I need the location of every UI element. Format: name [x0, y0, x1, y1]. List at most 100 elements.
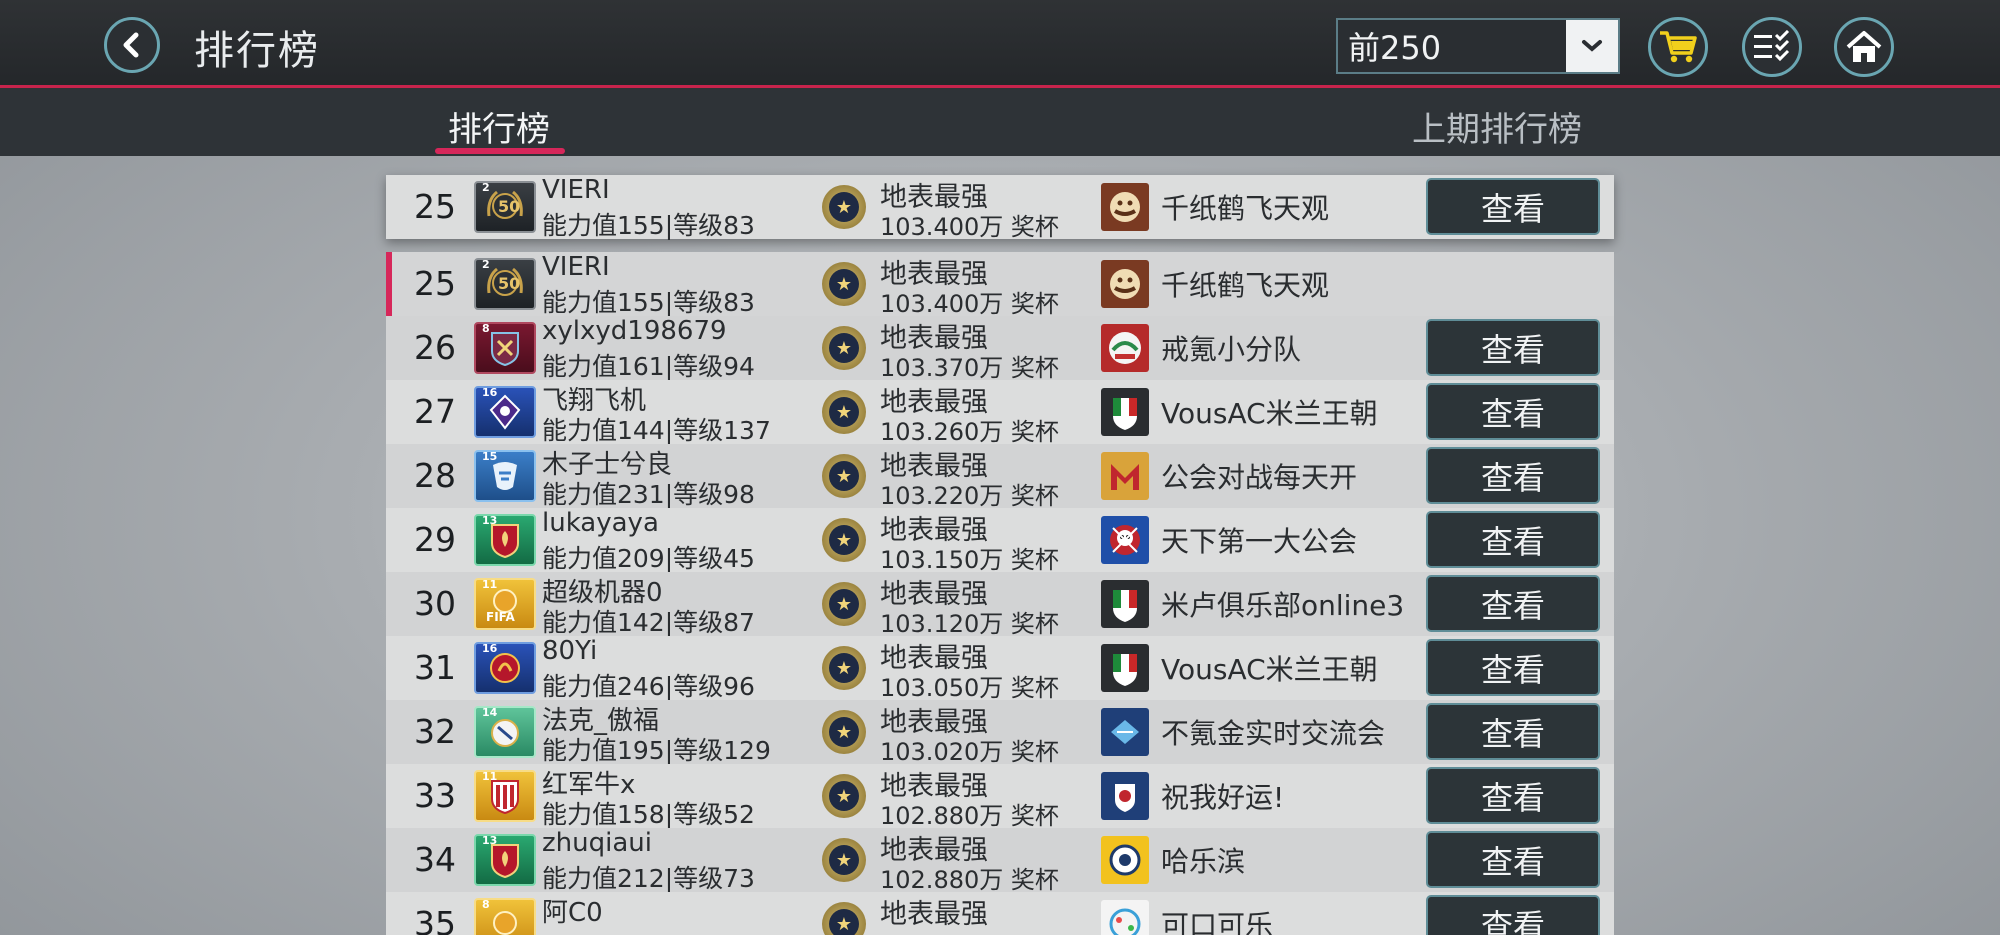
- tasks-button[interactable]: [1742, 17, 1802, 77]
- view-button[interactable]: 查看: [1426, 511, 1600, 568]
- trophy-score: 103.220万 奖杯: [880, 482, 1059, 510]
- division-trophy-icon: ★: [822, 646, 866, 690]
- view-button[interactable]: 查看: [1426, 703, 1600, 760]
- rank: 28: [414, 456, 456, 495]
- checklist-icon: [1754, 30, 1790, 62]
- guild-name: 千纸鹤飞天观: [1161, 192, 1330, 225]
- badge-level: 11: [482, 578, 498, 591]
- home-icon: [1846, 31, 1882, 62]
- guild-logo-icon: [1101, 708, 1149, 756]
- player-stats: 能力值142|等级87: [542, 608, 755, 637]
- guild-logo-icon: [1101, 452, 1149, 500]
- table-row[interactable]: 33 11 红军牛x 能力值158|等级52 ★ 地表最强 102.880万 奖…: [386, 764, 1614, 830]
- rank: 30: [414, 584, 456, 623]
- range-select-value: 前250: [1348, 29, 1442, 67]
- guild-name: 米卢俱乐部online3: [1161, 589, 1405, 622]
- badge-level: 14: [482, 706, 498, 719]
- active-tab-indicator: [435, 148, 565, 154]
- player-stats: 能力值155|等级83: [542, 211, 755, 240]
- division-trophy-icon: ★: [822, 774, 866, 818]
- guild-name: VousAC米兰王朝: [1161, 397, 1378, 430]
- rank: 35: [414, 904, 456, 935]
- view-button[interactable]: 查看: [1426, 319, 1600, 376]
- guild-name: 祝我好运!: [1161, 781, 1285, 814]
- player-stats: 能力值231|等级98: [542, 480, 755, 509]
- table-row[interactable]: 27 16 飞翔飞机 能力值144|等级137 ★ 地表最强 103.260万 …: [386, 380, 1614, 446]
- club-badge-icon: 8: [474, 898, 536, 935]
- division-tier: 地表最强: [880, 899, 988, 930]
- rank: 25: [414, 264, 456, 303]
- club-badge-icon: 13: [474, 514, 536, 566]
- division-trophy-icon: ★: [822, 582, 866, 626]
- guild-name: 天下第一大公会: [1161, 525, 1358, 558]
- trophy-score: 102.880万 奖杯: [880, 866, 1059, 894]
- table-row[interactable]: 25 2 50 VIERI 能力值155|等级83 ★ 地表最强 103.400…: [386, 252, 1614, 318]
- table-row[interactable]: 26 8 xylxyd198679 能力值161|等级94 ★ 地表最强 103…: [386, 316, 1614, 382]
- rank: 25: [414, 187, 456, 226]
- player-stats: 能力值155|等级83: [542, 288, 755, 317]
- guild-logo-icon: [1101, 836, 1149, 884]
- badge-level: 2: [482, 181, 490, 194]
- club-badge-icon: 8: [474, 322, 536, 374]
- rank: 32: [414, 712, 456, 751]
- view-button[interactable]: 查看: [1426, 447, 1600, 504]
- badge-text: FIFA: [486, 610, 515, 624]
- rank: 27: [414, 392, 456, 431]
- badge-level: 11: [482, 770, 498, 783]
- back-button[interactable]: [104, 17, 160, 73]
- table-row[interactable]: 32 14 法克_傲福 能力值195|等级129 ★ 地表最强 103.020万…: [386, 700, 1614, 766]
- chevron-down-icon: [1566, 20, 1618, 72]
- badge-level: 8: [482, 322, 490, 335]
- badge-level: 13: [482, 514, 498, 527]
- player-stats: 能力值161|等级94: [542, 352, 755, 381]
- range-select[interactable]: 前250: [1336, 18, 1620, 74]
- guild-logo-icon: [1101, 580, 1149, 628]
- division-trophy-icon: ★: [822, 390, 866, 434]
- view-button[interactable]: 查看: [1426, 639, 1600, 696]
- table-row[interactable]: 34 13 zhuqiaui 能力值212|等级73 ★ 地表最强 102.88…: [386, 828, 1614, 894]
- division-trophy-icon: ★: [822, 262, 866, 306]
- division-trophy-icon: ★: [822, 710, 866, 754]
- guild-name: 哈乐滨: [1161, 845, 1246, 878]
- table-row[interactable]: 29 13 lukayaya 能力值209|等级45 ★ 地表最强 103.15…: [386, 508, 1614, 574]
- view-button[interactable]: 查看: [1426, 895, 1600, 935]
- trophy-score: 103.400万 奖杯: [880, 213, 1059, 241]
- player-stats: 能力值195|等级129: [542, 736, 771, 765]
- club-badge-icon: 16: [474, 386, 536, 438]
- shop-button[interactable]: [1648, 17, 1708, 77]
- table-row[interactable]: 35 8 阿C0 ★ 地表最强 可口可乐 查看: [386, 892, 1614, 935]
- player-stats: 能力值212|等级73: [542, 864, 755, 893]
- trophy-score: 103.120万 奖杯: [880, 610, 1059, 638]
- view-button[interactable]: 查看: [1426, 831, 1600, 888]
- table-row[interactable]: 31 16 80Yi 能力值246|等级96 ★ 地表最强 103.050万 奖…: [386, 636, 1614, 702]
- club-badge-icon: 2 50: [474, 181, 536, 233]
- table-row[interactable]: 28 15 木子士兮良 能力值231|等级98 ★ 地表最强 103.220万 …: [386, 444, 1614, 510]
- home-button[interactable]: [1834, 17, 1894, 77]
- trophy-score: 103.400万 奖杯: [880, 290, 1059, 318]
- guild-name: 公会对战每天开: [1161, 461, 1358, 494]
- trophy-score: 102.880万 奖杯: [880, 802, 1059, 830]
- back-arrow-icon: [123, 32, 139, 58]
- tab-leaderboard[interactable]: 排行榜: [448, 102, 550, 151]
- guild-logo-icon: [1101, 324, 1149, 372]
- view-button[interactable]: 查看: [1426, 767, 1600, 824]
- leaderboard-list[interactable]: 25 2 50 VIERI 能力值155|等级83 ★ 地表最强 103.400…: [386, 252, 1614, 935]
- tab-last-season-leaderboard[interactable]: 上期排行榜: [1412, 102, 1582, 151]
- club-badge-icon: 15: [474, 450, 536, 502]
- division-trophy-icon: ★: [822, 185, 866, 229]
- player-name: zhuqiaui: [542, 828, 652, 858]
- view-button[interactable]: 查看: [1426, 575, 1600, 632]
- player-name: VIERI: [542, 252, 610, 282]
- badge-level: 15: [482, 450, 498, 463]
- view-button[interactable]: 查看: [1426, 178, 1600, 235]
- table-row[interactable]: 30 11 FIFA 超级机器0 能力值142|等级87 ★ 地表最强 103.…: [386, 572, 1614, 638]
- player-name: xylxyd198679: [542, 316, 727, 346]
- division-trophy-icon: ★: [822, 518, 866, 562]
- view-button[interactable]: 查看: [1426, 383, 1600, 440]
- division-trophy-icon: ★: [822, 838, 866, 882]
- guild-name: VousAC米兰王朝: [1161, 653, 1378, 686]
- guild-logo-icon: [1101, 260, 1149, 308]
- badge-level: 16: [482, 642, 498, 655]
- guild-name: 可口可乐: [1161, 909, 1274, 935]
- trophy-score: 103.370万 奖杯: [880, 354, 1059, 382]
